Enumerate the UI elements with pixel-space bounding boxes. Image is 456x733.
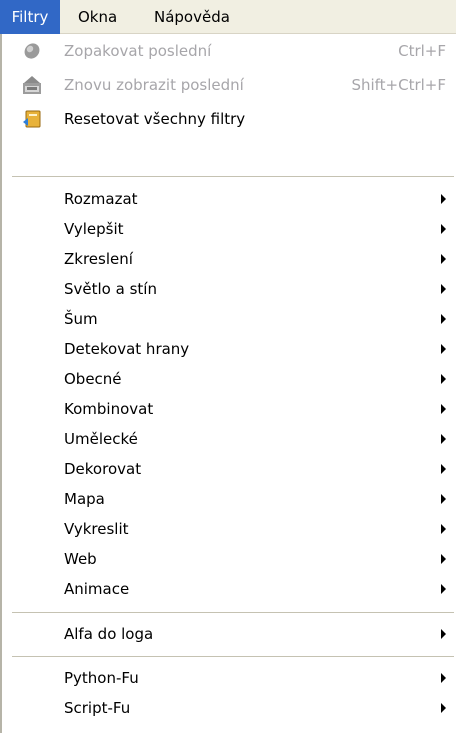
submenu-arrow-icon	[441, 374, 446, 384]
submenu-python-fu[interactable]: Python-Fu	[2, 663, 456, 693]
submenu-sum[interactable]: Šum	[2, 304, 456, 334]
submenu-vylepsit[interactable]: Vylepšit	[2, 214, 456, 244]
menu-item-label: Obecné	[64, 370, 122, 388]
menu-item-label: Kombinovat	[64, 400, 154, 418]
submenu-arrow-icon	[441, 673, 446, 683]
menu-item-label: Vylepšit	[64, 220, 124, 238]
submenu-mapa[interactable]: Mapa	[2, 484, 456, 514]
menu-item-label: Resetovat všechny filtry	[64, 110, 246, 128]
submenu-arrow-icon	[441, 254, 446, 264]
submenu-kombinovat[interactable]: Kombinovat	[2, 394, 456, 424]
submenu-arrow-icon	[441, 494, 446, 504]
menu-item-label: Rozmazat	[64, 190, 138, 208]
filters-dropdown-menu: Zopakovat poslední Ctrl+F Znovu zobrazit…	[0, 34, 456, 733]
submenu-alfa-do-loga[interactable]: Alfa do loga	[2, 619, 456, 649]
reshow-filter-icon	[23, 76, 41, 94]
menu-item-label: Detekovat hrany	[64, 340, 190, 358]
submenu-arrow-icon	[441, 629, 446, 639]
menu-napoveda[interactable]: Nápověda	[154, 0, 230, 34]
menu-separator	[12, 656, 454, 657]
submenu-zkresleni[interactable]: Zkreslení	[2, 244, 456, 274]
submenu-rozmazat[interactable]: Rozmazat	[2, 184, 456, 214]
menu-item-label: Umělecké	[64, 430, 138, 448]
menu-item-label: Script-Fu	[64, 699, 131, 717]
menu-item-label: Šum	[64, 310, 98, 328]
menu-item-reshow-last[interactable]: Znovu zobrazit poslední Shift+Ctrl+F	[2, 70, 456, 100]
submenu-arrow-icon	[441, 584, 446, 594]
submenu-vykreslit[interactable]: Vykreslit	[2, 514, 456, 544]
menu-item-label: Světlo a stín	[64, 280, 157, 298]
repeat-filter-icon	[24, 43, 40, 59]
submenu-arrow-icon	[441, 314, 446, 324]
submenu-arrow-icon	[441, 224, 446, 234]
submenu-arrow-icon	[441, 284, 446, 294]
submenu-umelecke[interactable]: Umělecké	[2, 424, 456, 454]
submenu-arrow-icon	[441, 524, 446, 534]
menu-item-label: Mapa	[64, 490, 105, 508]
menu-item-label: Dekorovat	[64, 460, 142, 478]
menu-bar: Filtry Okna Nápověda	[0, 0, 456, 34]
menu-filtry[interactable]: Filtry	[0, 0, 60, 34]
menu-item-label: Alfa do loga	[64, 625, 154, 643]
submenu-arrow-icon	[441, 344, 446, 354]
menu-separator	[12, 612, 454, 613]
submenu-animace[interactable]: Animace	[2, 574, 456, 604]
menu-item-label: Znovu zobrazit poslední	[64, 76, 244, 94]
menu-item-label: Zopakovat poslední	[64, 42, 212, 60]
menu-okna[interactable]: Okna	[78, 0, 117, 34]
submenu-dekorovat[interactable]: Dekorovat	[2, 454, 456, 484]
menu-separator	[12, 176, 454, 177]
reset-filters-icon	[23, 110, 41, 128]
submenu-web[interactable]: Web	[2, 544, 456, 574]
menu-item-label: Web	[64, 550, 97, 568]
submenu-arrow-icon	[441, 434, 446, 444]
submenu-arrow-icon	[441, 404, 446, 414]
submenu-arrow-icon	[441, 554, 446, 564]
submenu-detekovat-hrany[interactable]: Detekovat hrany	[2, 334, 456, 364]
menu-item-reset-filters[interactable]: Resetovat všechny filtry	[2, 104, 456, 134]
menu-item-label: Vykreslit	[64, 520, 129, 538]
submenu-arrow-icon	[441, 194, 446, 204]
menu-item-label: Zkreslení	[64, 250, 133, 268]
shortcut-label: Ctrl+F	[398, 42, 446, 60]
menu-item-label: Python-Fu	[64, 669, 139, 687]
shortcut-label: Shift+Ctrl+F	[351, 76, 446, 94]
submenu-svetlo-a-stin[interactable]: Světlo a stín	[2, 274, 456, 304]
submenu-obecne[interactable]: Obecné	[2, 364, 456, 394]
menu-item-repeat-last[interactable]: Zopakovat poslední Ctrl+F	[2, 36, 456, 66]
submenu-script-fu[interactable]: Script-Fu	[2, 693, 456, 723]
submenu-arrow-icon	[441, 703, 446, 713]
submenu-arrow-icon	[441, 464, 446, 474]
menu-item-label: Animace	[64, 580, 130, 598]
